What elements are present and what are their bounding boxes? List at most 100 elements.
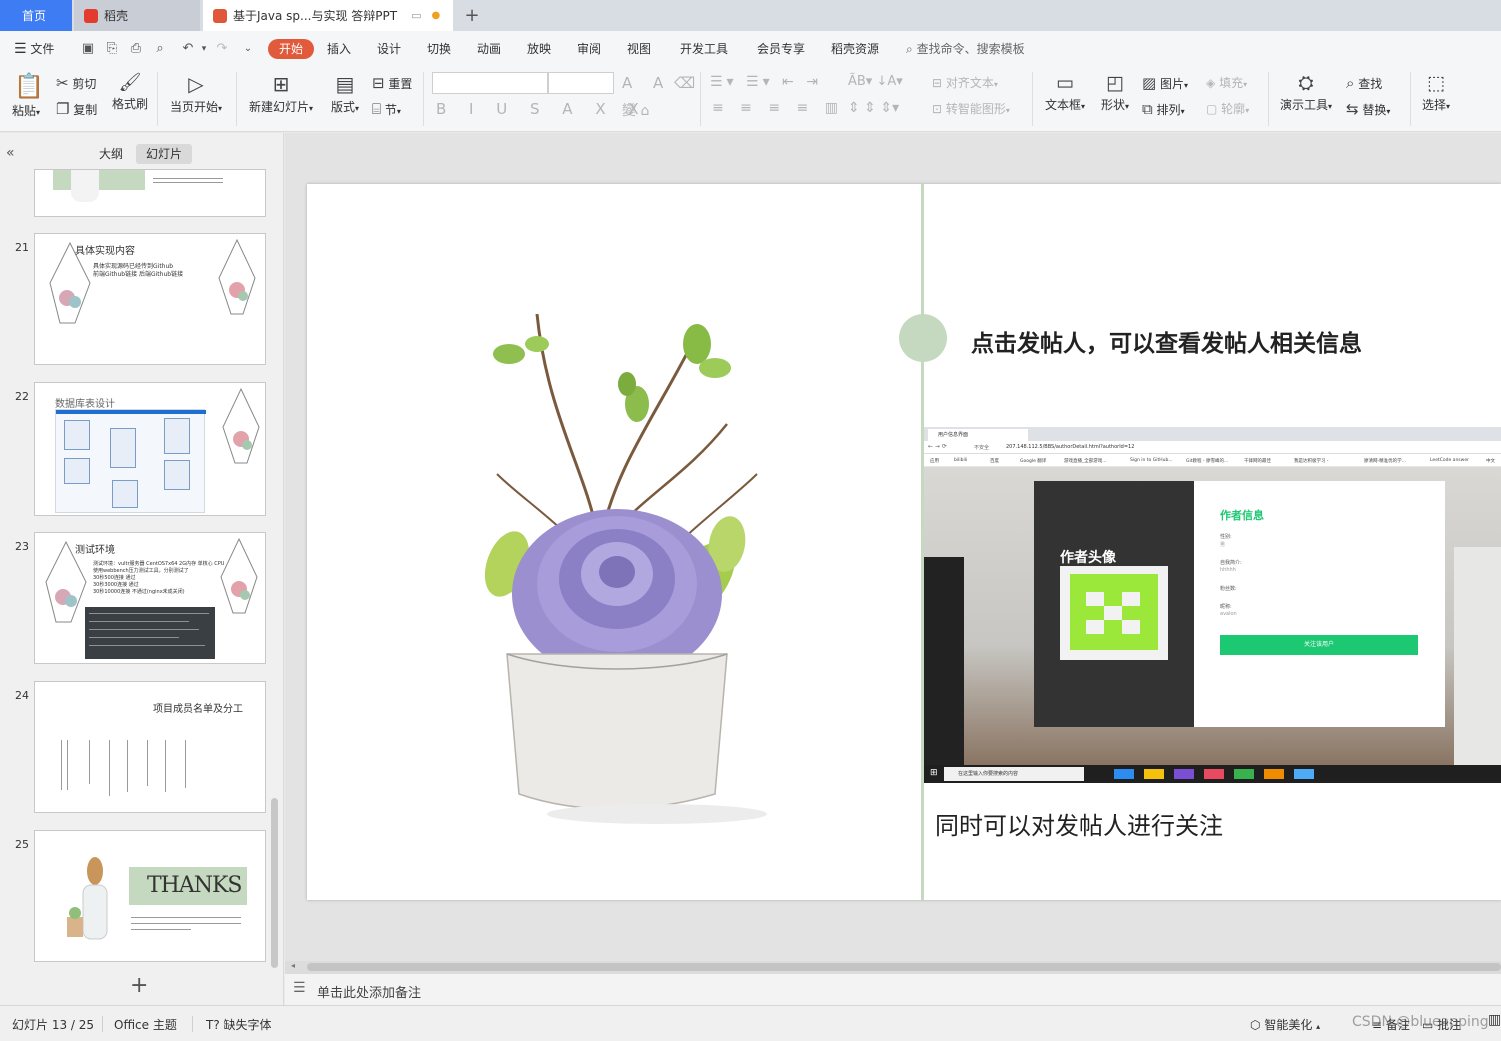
missing-font-label: 缺失字体 — [223, 1018, 272, 1032]
slide-thumbnail-24[interactable]: 项目成员名单及分工 — [34, 681, 266, 813]
terminal-image — [85, 607, 215, 659]
menu-transition[interactable]: 切换 — [427, 39, 451, 59]
slide-thumbnail-23[interactable]: 测试环境 测试环境：vultr服务器 CentOS7x64 2G内存 单核心 C… — [34, 532, 266, 664]
find-button[interactable]: ⌕ 查找 — [1346, 74, 1382, 92]
slide-number: 24 — [15, 689, 29, 702]
undo-dropdown-icon[interactable]: ▾ — [196, 41, 212, 57]
monitor-icon[interactable]: ▭ — [411, 9, 421, 22]
select-button[interactable]: ⬚ 选择▾ — [1418, 72, 1454, 116]
menu-design[interactable]: 设计 — [377, 39, 401, 59]
text-box-button[interactable]: ▭ 文本框▾ — [1042, 72, 1088, 116]
shape-button[interactable]: ◰ 形状▾ — [1098, 72, 1132, 116]
paste-label-button[interactable]: 粘贴▾ — [12, 102, 40, 119]
reset-button[interactable]: ⊟ 重置 — [372, 74, 412, 92]
slide-thumbnail-20[interactable] — [34, 169, 266, 217]
line-spacing-icon[interactable]: ⇕ ⇕ ⇕▾ — [848, 100, 899, 116]
font-grow-shrink-icons[interactable]: A A — [622, 74, 671, 92]
menu-member[interactable]: 会员专享 — [757, 39, 805, 59]
missing-font-button[interactable]: T? 缺失字体 — [206, 1016, 272, 1033]
eraser-icon[interactable]: ⌫ — [674, 74, 695, 92]
presentation-tools-button[interactable]: ⛭ 演示工具▾ — [1276, 72, 1336, 116]
align-text-label: 对齐文本 — [945, 76, 994, 90]
horizontal-scroll-thumb[interactable] — [307, 963, 1501, 971]
slide-23-line: 30秒3000连接 通过 — [93, 582, 139, 588]
paste-button[interactable]: 📋 — [14, 72, 44, 100]
format-painter-label: 格式刷 — [111, 97, 148, 111]
undo-icon[interactable]: ↶ — [180, 41, 196, 57]
magnifier-icon: ⌕ — [1346, 74, 1355, 92]
normal-view-icon[interactable]: ▥ — [1488, 1012, 1501, 1028]
replace-button[interactable]: ⇆ 替换▾ — [1346, 100, 1390, 118]
text-box-label: 文本框 — [1044, 98, 1081, 112]
cut-label: 剪切 — [72, 77, 97, 91]
command-search[interactable]: ⌕ 查找命令、搜索模板 — [906, 39, 1025, 59]
text-line — [153, 178, 223, 179]
smart-beautify-button[interactable]: ⬡ 智能美化 ▴ — [1250, 1016, 1320, 1033]
scroll-left-icon[interactable]: ◂ — [291, 961, 295, 970]
tab-slides[interactable]: 幻灯片 — [136, 144, 193, 164]
bookmark: Git教程 - 廖雪峰的... — [1186, 459, 1229, 464]
redo-icon[interactable]: ↷ — [214, 41, 230, 57]
menu-view[interactable]: 视图 — [627, 39, 651, 59]
font-family-select[interactable] — [432, 72, 548, 94]
menu-animation[interactable]: 动画 — [477, 39, 501, 59]
menu-slideshow[interactable]: 放映 — [527, 39, 551, 59]
smart-shape-button[interactable]: ⊡ 转智能图形▾ — [932, 100, 1010, 117]
tab-outline[interactable]: 大纲 — [89, 144, 133, 164]
phonetic-icon[interactable]: 變 ⌂ — [622, 100, 649, 120]
tab-home[interactable]: 首页 — [0, 0, 72, 31]
green-block — [53, 170, 145, 190]
tab-docer[interactable]: 稻壳 — [74, 0, 200, 31]
panel-scrollbar[interactable] — [271, 798, 278, 968]
cut-button[interactable]: ✂ 剪切 — [56, 74, 96, 92]
print-preview-icon[interactable]: ⌕ — [152, 41, 168, 57]
notes-area[interactable]: ☰ 单击此处添加备注 — [285, 973, 1501, 1005]
tab-home-label: 首页 — [22, 9, 47, 23]
cursor-select-icon: ⬚ — [1427, 72, 1445, 94]
customize-dropdown-icon[interactable]: ⌄ — [240, 41, 256, 57]
tab-document[interactable]: 基于Java sp...与实现 答辩PPT ▭ ● — [203, 0, 453, 31]
thanks-text: THANKS — [147, 873, 243, 898]
outline-button[interactable]: ▢ 轮廓▾ — [1206, 100, 1249, 117]
from-current-slide-button[interactable]: ▷ 当页开始▾ — [168, 72, 224, 118]
menu-docer-resources[interactable]: 稻壳资源 — [831, 39, 879, 59]
picture-button[interactable]: ▨ 图片▾ — [1142, 74, 1188, 92]
slide-21-line: 前端Github链接 后端Github链接 — [93, 271, 184, 278]
alignment-icons[interactable]: ≡ ≡ ≡ ≡ ▥ — [712, 100, 844, 116]
file-menu-label: 文件 — [30, 42, 55, 56]
slide-thumbnail-25[interactable]: THANKS — [34, 830, 266, 962]
print-icon[interactable]: ⎙ — [128, 41, 144, 57]
menu-insert[interactable]: 插入 — [327, 39, 351, 59]
add-slide-button[interactable]: + — [130, 973, 148, 998]
section-button[interactable]: ⌸ 节▾ — [372, 100, 401, 118]
save-icon[interactable]: ▣ — [80, 41, 96, 57]
bookmark: bilibili — [954, 458, 968, 463]
menu-start[interactable]: 开始 — [268, 39, 315, 59]
align-text-button[interactable]: ⊟ 对齐文本▾ — [932, 74, 998, 91]
plus-icon: + — [464, 5, 480, 26]
new-slide-button[interactable]: ⊞ 新建幻灯片▾ — [246, 72, 316, 118]
file-menu[interactable]: ☰ 文件 — [14, 39, 54, 59]
field-label: 自我简介: — [1220, 560, 1242, 566]
new-tab-button[interactable]: + — [460, 0, 484, 31]
font-size-select[interactable] — [548, 72, 614, 94]
play-circle-icon: ▷ — [188, 72, 204, 96]
menu-developer[interactable]: 开发工具 — [680, 39, 728, 59]
format-painter-button[interactable]: 🖌 格式刷 — [110, 72, 150, 115]
horizontal-scrollbar[interactable]: ◂ — [285, 961, 1501, 973]
text-style-icons[interactable]: B I U S A X X — [436, 100, 648, 118]
collapse-panel-icon[interactable]: « — [6, 145, 15, 161]
fill-button[interactable]: ◈ 填充▾ — [1206, 74, 1247, 91]
menu-review[interactable]: 审阅 — [577, 39, 601, 59]
list-indent-icons[interactable]: ☰▾ ☰▾ ⇤ ⇥ — [710, 74, 822, 90]
arrange-button[interactable]: ⧉ 排列▾ — [1142, 100, 1185, 118]
text-direction-icon[interactable]: ÃB▾ ↓A▾ — [848, 74, 903, 89]
layout-button[interactable]: ▤ 版式▾ — [328, 72, 362, 118]
copy-button[interactable]: ❐ 复制 — [56, 100, 97, 118]
slide-thumbnail-22[interactable]: 数据库表设计 — [34, 382, 266, 516]
ribbon-separator — [1032, 72, 1033, 126]
slide-thumbnail-21[interactable]: 具体实现内容 具体实现源码已经传到Github 前端Github链接 后端Git… — [34, 233, 266, 365]
theme-name[interactable]: Office 主题 — [114, 1016, 177, 1033]
export-pdf-icon[interactable]: ⎘ — [104, 41, 120, 57]
current-slide[interactable]: 点击发帖人，可以查看发帖人相关信息 用户信息界面 ← → ⟳ 不安全 207.1… — [307, 184, 1501, 900]
